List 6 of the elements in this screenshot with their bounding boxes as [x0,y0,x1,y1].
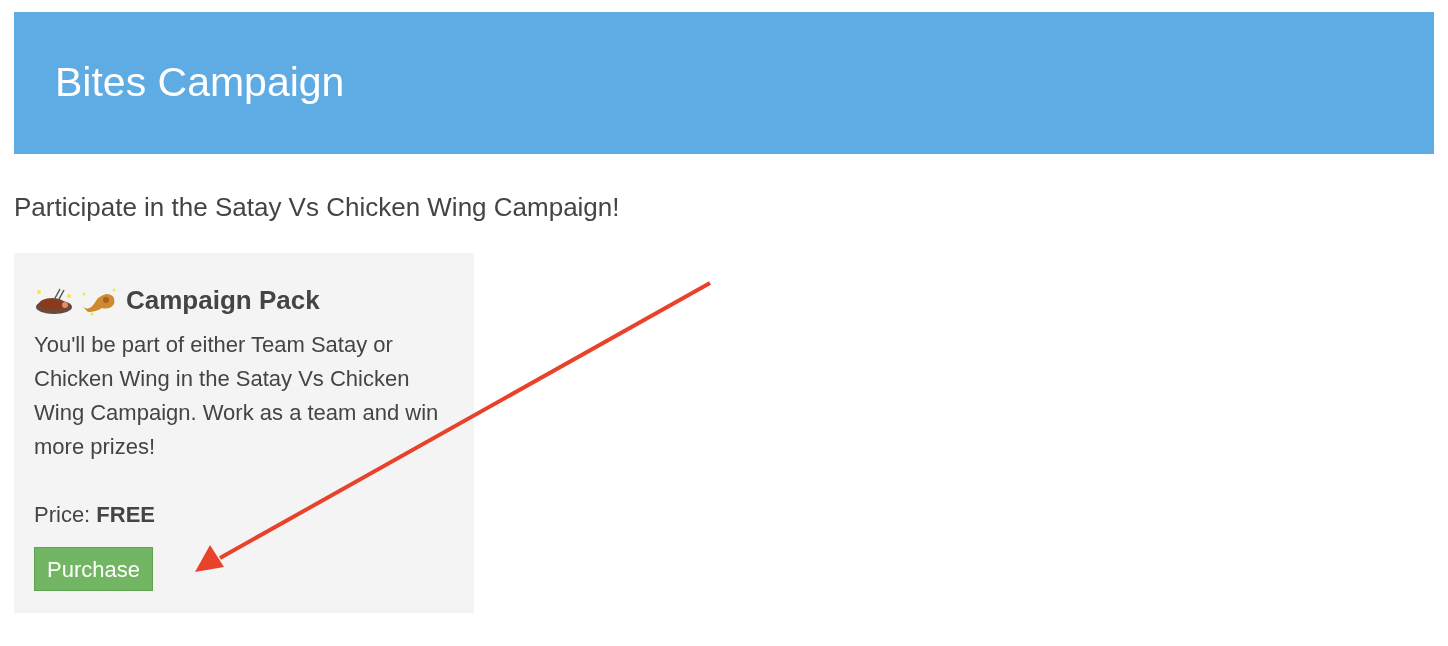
purchase-button[interactable]: Purchase [34,547,153,591]
intro-text: Participate in the Satay Vs Chicken Wing Campaign! [14,191,621,224]
price-text: Price: FREE [34,501,157,529]
pack-title: Campaign Pack [126,284,320,317]
page-title: Bites Campaign [55,58,345,108]
pack-description: You'll be part of either Team Satay or Chicken Wing in the Satay Vs Chicken Wing Campaign. Work as a team and win more prizes! [34,331,440,461]
